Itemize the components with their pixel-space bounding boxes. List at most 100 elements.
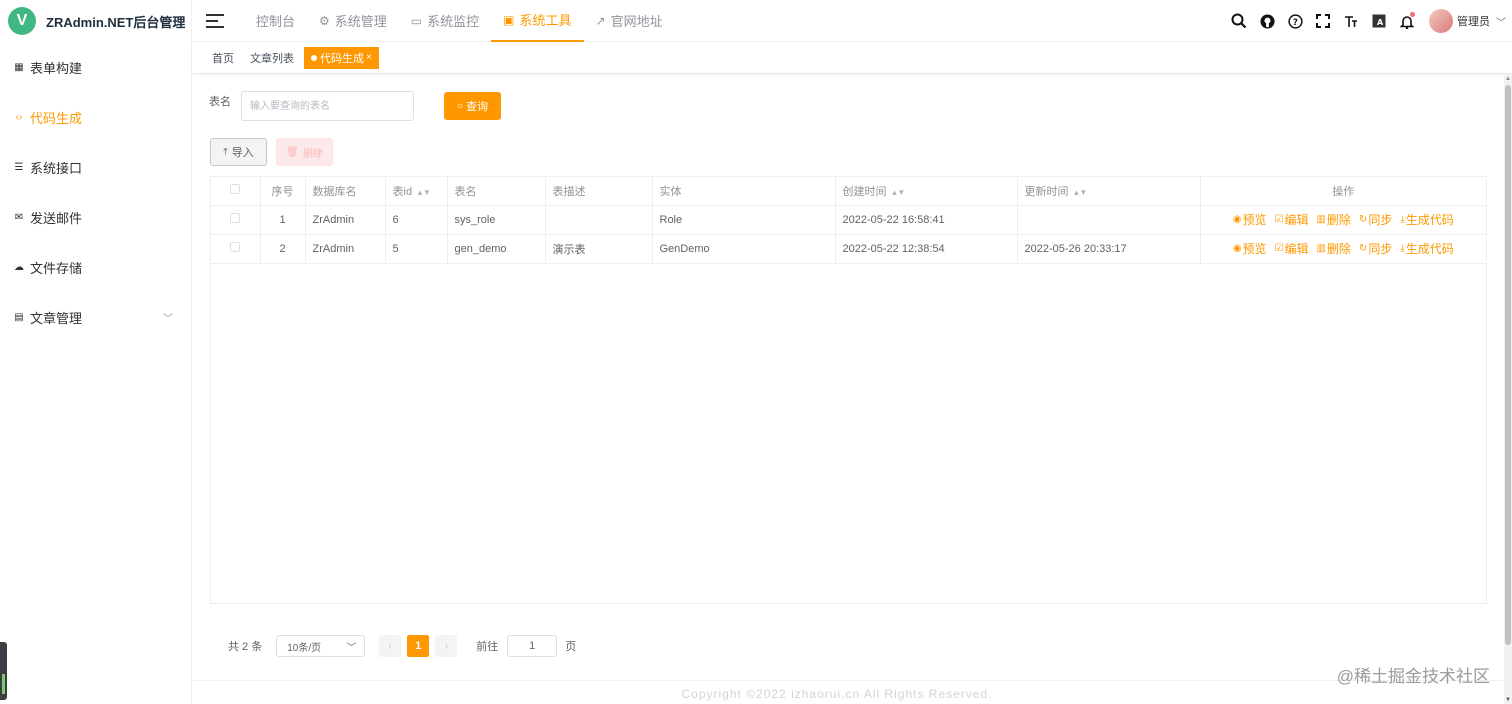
topnav-system[interactable]: ⚙ 系统管理: [307, 0, 399, 42]
github-icon[interactable]: [1253, 7, 1281, 35]
tag-code-gen[interactable]: 代码生成 ×: [304, 46, 379, 69]
topnav-tools[interactable]: ▣ 系统工具: [491, 0, 584, 42]
page-number-current[interactable]: 1: [407, 635, 430, 657]
sort-icon[interactable]: ▲▼: [1073, 188, 1088, 197]
generate-code-link[interactable]: ⤓ 生成代码: [1400, 240, 1453, 257]
close-icon[interactable]: ×: [366, 52, 372, 63]
main-content: 表名 ○ 查询 ⤒ 导入 🗑 删除: [192, 75, 1504, 704]
sidebar-item-api[interactable]: ☰ 系统接口: [0, 142, 191, 192]
svg-text:?: ?: [1293, 16, 1298, 26]
goto-page-input[interactable]: 1: [507, 635, 558, 657]
sidebar-item-label: 发送邮件: [30, 210, 83, 226]
scroll-up-icon[interactable]: ▲: [1505, 76, 1511, 82]
chevron-down-icon: ﹀: [346, 642, 357, 654]
bell-icon[interactable]: [1393, 7, 1421, 35]
cell-id: 5: [385, 234, 448, 264]
topnav-monitor[interactable]: ▭ 系统监控: [399, 0, 491, 42]
row-checkbox[interactable]: [211, 234, 261, 264]
top-nav: 控制台 ⚙ 系统管理 ▭ 系统监控 ▣ 系统工具 ↗ 官网地址: [244, 0, 675, 42]
column-header: 表名: [447, 177, 546, 206]
cell-name: sys_role: [447, 205, 546, 235]
query-button[interactable]: ○ 查询: [444, 92, 501, 120]
external-link-icon: ↗: [595, 13, 606, 28]
download-icon: ⤓: [1400, 243, 1405, 254]
edit-icon: ☑: [1274, 214, 1284, 225]
user-name[interactable]: 管理员: [1457, 13, 1490, 29]
code-icon: ‹›: [15, 111, 23, 123]
avatar[interactable]: [1429, 9, 1453, 33]
cell-entity: GenDemo: [652, 234, 836, 264]
preview-link[interactable]: ◉ 预览: [1233, 211, 1267, 228]
column-header: 表描述: [545, 177, 653, 206]
prev-page-button[interactable]: ‹: [379, 635, 402, 657]
sidebar-item-file-storage[interactable]: ☁ 文件存储: [0, 242, 191, 292]
document-icon: ▤: [14, 311, 24, 323]
sort-icon[interactable]: ▲▼: [891, 188, 906, 197]
chevron-down-icon[interactable]: ﹀: [1496, 14, 1506, 29]
sidebar-item-form-build[interactable]: ▦ 表单构建: [0, 42, 191, 92]
topnav-dashboard[interactable]: 控制台: [244, 0, 307, 42]
column-header: 操作: [1200, 177, 1486, 206]
delete-button[interactable]: 🗑 删除: [276, 138, 333, 166]
select-all-checkbox[interactable]: [211, 177, 261, 206]
search-icon[interactable]: [1225, 7, 1253, 35]
eye-icon: ◉: [1232, 214, 1242, 225]
row-checkbox[interactable]: [211, 205, 261, 235]
delete-link[interactable]: ▥ 删除: [1316, 240, 1350, 257]
table-row: 1 ZrAdmin 6 sys_role Role 2022-05-22 16:…: [211, 205, 1486, 235]
tag-label: 文章列表: [250, 52, 294, 65]
chevron-left-icon: ‹: [388, 640, 392, 652]
mail-icon: ✉: [14, 211, 24, 223]
scroll-down-icon[interactable]: ▼: [1505, 697, 1511, 703]
page-size-select[interactable]: 10条/页 ﹀: [276, 635, 366, 657]
cell-name: gen_demo: [447, 234, 546, 264]
vertical-scrollbar[interactable]: ▲ ▼: [1504, 75, 1512, 704]
edit-link[interactable]: ☑ 编辑: [1274, 211, 1308, 228]
sliders-icon: ☰: [14, 161, 24, 173]
import-label: 导入: [231, 147, 254, 159]
sort-icon[interactable]: ▲▼: [416, 188, 431, 197]
column-header-sortable[interactable]: 更新时间 ▲▼: [1017, 177, 1201, 206]
fullscreen-icon[interactable]: [1309, 7, 1337, 35]
sidebar-item-code-gen[interactable]: ‹› 代码生成: [0, 92, 191, 142]
tag-home[interactable]: 首页: [206, 47, 240, 69]
tag-article-list[interactable]: 文章列表: [244, 47, 300, 69]
column-header-sortable[interactable]: 表id ▲▼: [385, 177, 448, 206]
scrollbar-thumb[interactable]: [1505, 85, 1511, 645]
topnav-website[interactable]: ↗ 官网地址: [584, 0, 675, 42]
import-button[interactable]: ⤒ 导入: [210, 138, 267, 166]
chevron-right-icon: ›: [444, 640, 448, 652]
sidebar-item-article[interactable]: ▤ 文章管理 ﹀: [0, 292, 191, 342]
delete-link[interactable]: ▥ 删除: [1316, 211, 1350, 228]
cell-db: ZrAdmin: [305, 234, 386, 264]
delete-label: 删除: [1326, 242, 1351, 256]
edge-widget[interactable]: [0, 642, 7, 700]
column-header: 序号: [260, 177, 306, 206]
sidebar-item-mail[interactable]: ✉ 发送邮件: [0, 192, 191, 242]
sync-link[interactable]: ↻ 同步: [1359, 240, 1392, 257]
column-header-sortable[interactable]: 创建时间 ▲▼: [835, 177, 1018, 206]
next-page-button[interactable]: ›: [435, 635, 458, 657]
toolbar: ⤒ 导入 🗑 删除: [210, 138, 333, 166]
table-header-row: 序号 数据库名 表id ▲▼ 表名 表描述 实体 创建时间 ▲▼ 更新时间 ▲▼ 操作: [211, 177, 1486, 206]
help-icon[interactable]: ?: [1281, 7, 1309, 35]
sidebar-item-label: 文件存储: [30, 260, 83, 276]
brand-title: ZRAdmin.NET后台管理: [46, 14, 186, 30]
app-root: V ZRAdmin.NET后台管理 ▦ 表单构建 ‹› 代码生成 ☰ 系统接口 …: [0, 0, 1512, 704]
hamburger-icon[interactable]: [206, 13, 224, 28]
font-size-icon[interactable]: [1337, 7, 1365, 35]
edit-link[interactable]: ☑ 编辑: [1274, 240, 1308, 257]
gear-icon: ⚙: [319, 13, 330, 28]
brand[interactable]: V ZRAdmin.NET后台管理: [0, 0, 191, 42]
tags-view: 首页 文章列表 代码生成 ×: [192, 42, 1512, 74]
generate-code-link[interactable]: ⤓ 生成代码: [1400, 211, 1453, 228]
header-actions: ? A 管理员 ﹀: [1225, 0, 1512, 42]
toolbox-icon: ▣: [503, 12, 515, 27]
translate-icon[interactable]: A: [1365, 7, 1393, 35]
table-name-search-input[interactable]: [241, 91, 414, 121]
sync-link[interactable]: ↻ 同步: [1359, 211, 1392, 228]
delete-label: 删除: [1326, 213, 1351, 227]
cloud-upload-icon: ☁: [14, 261, 24, 273]
preview-link[interactable]: ◉ 预览: [1233, 240, 1267, 257]
topnav-label: 官网地址: [610, 14, 663, 29]
